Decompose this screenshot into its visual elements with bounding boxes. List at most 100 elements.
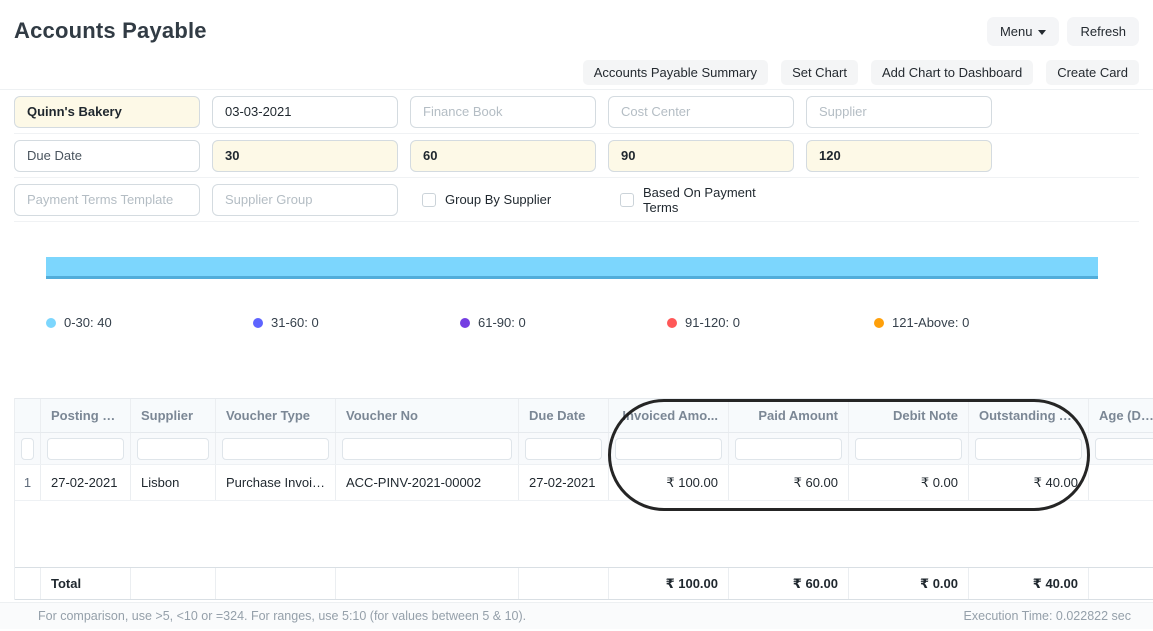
legend-item-0-30: 0-30: 40 [46, 315, 253, 330]
report-toolbar: Accounts Payable Summary Set Chart Add C… [0, 56, 1153, 90]
refresh-button[interactable]: Refresh [1067, 17, 1139, 46]
menu-button-label: Menu [1000, 24, 1033, 39]
legend-label: 0-30: 40 [64, 315, 112, 330]
legend-dot-icon [253, 318, 263, 328]
supplier-filter-input[interactable] [806, 96, 992, 128]
cell-posting-date: 27-02-2021 [41, 465, 131, 500]
column-filter-voucher-type[interactable] [222, 438, 329, 460]
legend-item-91-120: 91-120: 0 [667, 315, 874, 330]
column-header-rownum [15, 399, 41, 432]
total-paid-amount: ₹ 60.00 [729, 568, 849, 599]
chart-bar-0-30[interactable] [46, 257, 1098, 279]
column-header-due-date[interactable]: Due Date [519, 399, 609, 432]
column-filter-voucher-no[interactable] [342, 438, 512, 460]
range2-filter-input[interactable] [410, 140, 596, 172]
payment-terms-template-filter-input[interactable] [14, 184, 200, 216]
company-filter-input[interactable] [14, 96, 200, 128]
range3-filter-input[interactable] [608, 140, 794, 172]
cell-debit-note: ₹ 0.00 [849, 465, 969, 500]
column-filter-rownum[interactable] [21, 438, 34, 460]
total-outstanding-amount: ₹ 40.00 [969, 568, 1089, 599]
column-header-invoiced-amount[interactable]: Invoiced Amo... [609, 399, 729, 432]
legend-label: 91-120: 0 [685, 315, 740, 330]
column-filter-due-date[interactable] [525, 438, 602, 460]
page-header: Accounts Payable Menu Refresh [0, 0, 1153, 56]
table-total-row: Total ₹ 100.00 ₹ 60.00 ₹ 0.00 ₹ 40.00 [15, 567, 1153, 600]
legend-dot-icon [460, 318, 470, 328]
column-filter-age-days[interactable] [1095, 438, 1153, 460]
column-header-supplier[interactable]: Supplier [131, 399, 216, 432]
table-filter-row [15, 433, 1153, 465]
table-empty-area [15, 501, 1153, 567]
column-header-posting-date[interactable]: Posting D... [41, 399, 131, 432]
column-header-voucher-no[interactable]: Voucher No [336, 399, 519, 432]
cell-due-date: 27-02-2021 [519, 465, 609, 500]
menu-button[interactable]: Menu [987, 17, 1060, 46]
based-on-payment-terms-checkbox[interactable] [620, 193, 634, 207]
header-actions: Menu Refresh [987, 17, 1139, 46]
column-filter-supplier[interactable] [137, 438, 209, 460]
create-card-button[interactable]: Create Card [1046, 60, 1139, 85]
column-filter-debit-note[interactable] [855, 438, 962, 460]
total-invoiced-amount: ₹ 100.00 [609, 568, 729, 599]
column-header-voucher-type[interactable]: Voucher Type [216, 399, 336, 432]
cell-invoiced-amount: ₹ 100.00 [609, 465, 729, 500]
table-row: 1 27-02-2021 Lisbon Purchase Invoice ACC… [15, 465, 1153, 501]
cell-voucher-type: Purchase Invoice [216, 465, 336, 500]
column-filter-paid-amount[interactable] [735, 438, 842, 460]
based-on-payment-terms-label: Based On Payment Terms [643, 185, 794, 215]
add-chart-to-dashboard-button[interactable]: Add Chart to Dashboard [871, 60, 1033, 85]
report-footer: For comparison, use >5, <10 or =324. For… [0, 602, 1153, 629]
set-chart-button[interactable]: Set Chart [781, 60, 858, 85]
total-cell-voucher-no [336, 568, 519, 599]
column-header-debit-note[interactable]: Debit Note [849, 399, 969, 432]
ageing-chart: 0-30: 40 31-60: 0 61-90: 0 91-120: 0 121… [0, 222, 1153, 398]
total-label: Total [41, 568, 131, 599]
total-cell-rownum [15, 568, 41, 599]
accounts-payable-summary-button[interactable]: Accounts Payable Summary [583, 60, 768, 85]
group-by-supplier-checkbox[interactable] [422, 193, 436, 207]
cell-voucher-no[interactable]: ACC-PINV-2021-00002 [336, 465, 519, 500]
total-cell-due-date [519, 568, 609, 599]
report-datatable: Posting D... Supplier Voucher Type Vouch… [14, 398, 1153, 600]
legend-item-121-above: 121-Above: 0 [874, 315, 1081, 330]
filter-row-1 [14, 90, 1139, 134]
legend-label: 31-60: 0 [271, 315, 319, 330]
finance-book-filter-input[interactable] [410, 96, 596, 128]
column-header-age-days[interactable]: Age (Da... [1089, 399, 1153, 432]
report-date-filter-input[interactable] [212, 96, 398, 128]
column-header-paid-amount[interactable]: Paid Amount [729, 399, 849, 432]
column-header-outstanding-amount[interactable]: Outstanding A... [969, 399, 1089, 432]
filter-row-3: Group By Supplier Based On Payment Terms [14, 178, 1139, 222]
legend-dot-icon [46, 318, 56, 328]
range4-filter-input[interactable] [806, 140, 992, 172]
total-debit-note: ₹ 0.00 [849, 568, 969, 599]
filter-row-2 [14, 134, 1139, 178]
comparison-hint: For comparison, use >5, <10 or =324. For… [38, 609, 526, 623]
column-filter-posting-date[interactable] [47, 438, 124, 460]
cost-center-filter-input[interactable] [608, 96, 794, 128]
column-filter-invoiced-amount[interactable] [615, 438, 722, 460]
group-by-supplier-label: Group By Supplier [445, 192, 551, 207]
filters-section: Group By Supplier Based On Payment Terms [0, 90, 1153, 222]
supplier-group-filter-input[interactable] [212, 184, 398, 216]
column-filter-outstanding-amount[interactable] [975, 438, 1082, 460]
cell-supplier[interactable]: Lisbon [131, 465, 216, 500]
legend-dot-icon [874, 318, 884, 328]
total-cell-age-days [1089, 568, 1153, 599]
legend-item-31-60: 31-60: 0 [253, 315, 460, 330]
legend-item-61-90: 61-90: 0 [460, 315, 667, 330]
execution-time: Execution Time: 0.022822 sec [964, 609, 1131, 623]
group-by-supplier-checkbox-cell: Group By Supplier [410, 192, 596, 207]
cell-outstanding-amount: ₹ 40.00 [969, 465, 1089, 500]
chart-bar-track [46, 257, 1098, 279]
legend-label: 61-90: 0 [478, 315, 526, 330]
table-header-row: Posting D... Supplier Voucher Type Vouch… [15, 398, 1153, 433]
range1-filter-input[interactable] [212, 140, 398, 172]
chart-legend: 0-30: 40 31-60: 0 61-90: 0 91-120: 0 121… [46, 315, 1153, 330]
ageing-based-on-select[interactable] [14, 140, 200, 172]
based-on-payment-terms-checkbox-cell: Based On Payment Terms [608, 185, 794, 215]
cell-paid-amount: ₹ 60.00 [729, 465, 849, 500]
legend-label: 121-Above: 0 [892, 315, 969, 330]
page-title: Accounts Payable [14, 18, 207, 44]
